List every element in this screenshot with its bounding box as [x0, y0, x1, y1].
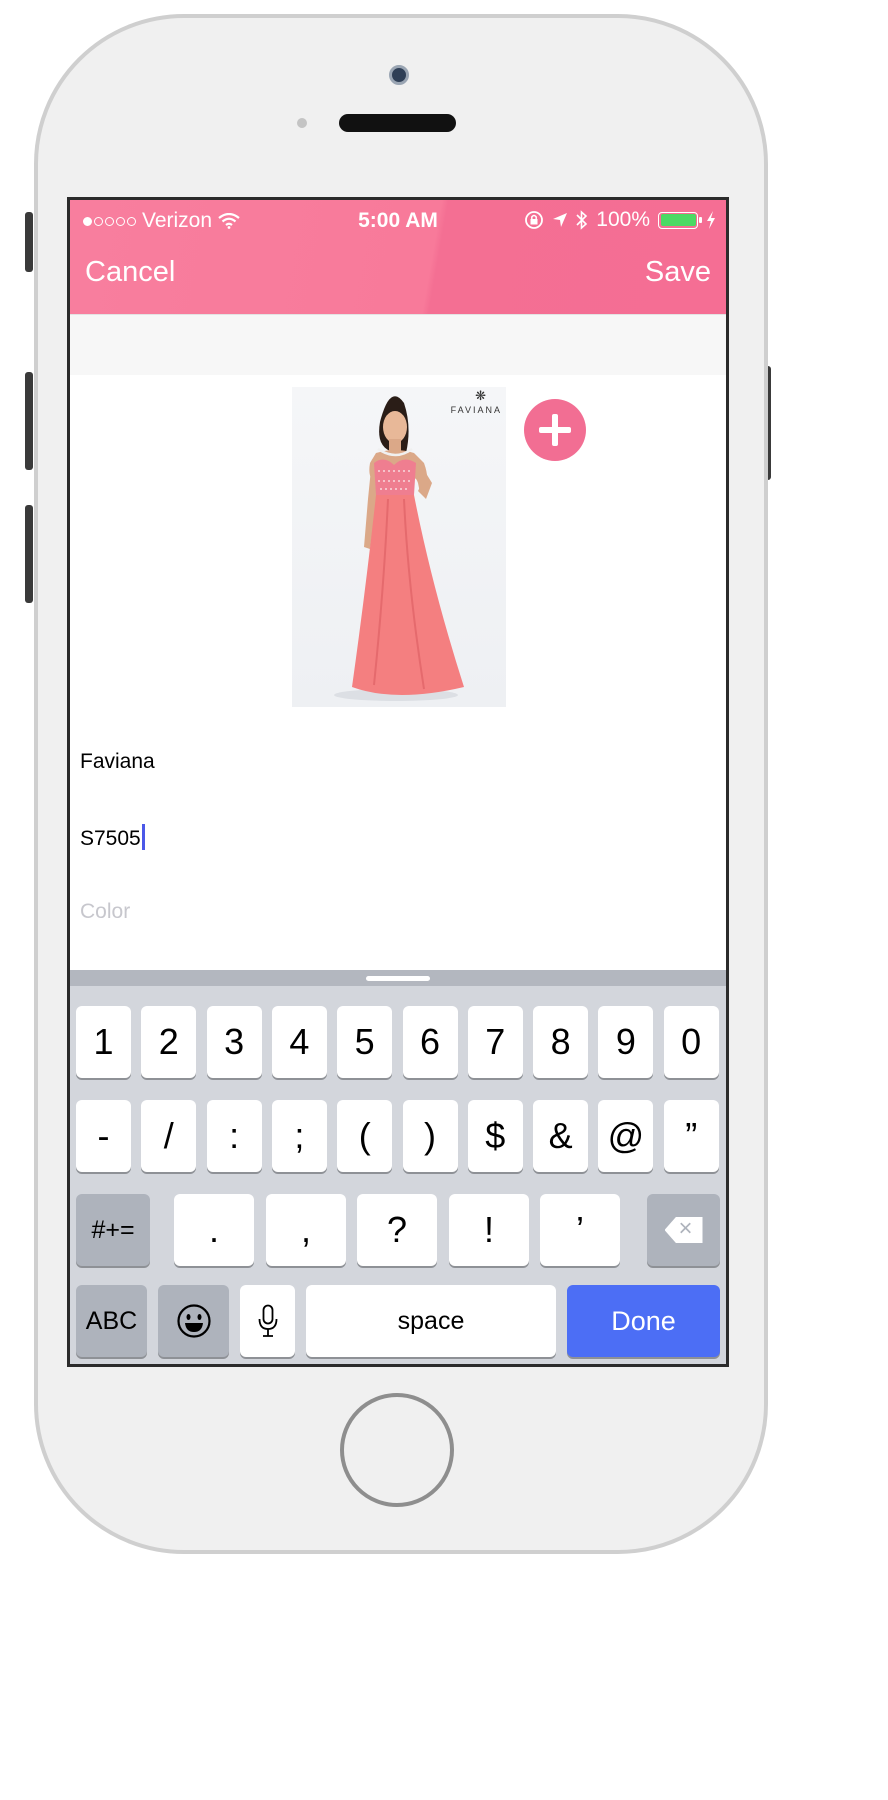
abc-key[interactable]: ABC	[76, 1285, 147, 1357]
numeric-keyboard: 1234567890 - /:;() $ & @” #+= .,?!’ × ABC sp…	[70, 970, 726, 1364]
symbol-key[interactable]: ”	[663, 1100, 719, 1172]
done-key[interactable]: Done	[567, 1285, 720, 1357]
status-bar: Verizon 5:00 AM 100%	[70, 200, 726, 240]
symbol-key[interactable]: @	[598, 1100, 654, 1172]
dictation-key[interactable]	[240, 1285, 295, 1357]
number-key[interactable]: 5	[337, 1006, 393, 1078]
number-key[interactable]: 9	[598, 1006, 654, 1078]
mute-switch	[25, 212, 33, 272]
volume-down-button	[25, 505, 33, 603]
rotation-lock-icon	[525, 211, 544, 229]
punctuation-key[interactable]: ,	[266, 1194, 346, 1266]
symbol-key[interactable]: &	[533, 1100, 589, 1172]
number-key[interactable]: 4	[271, 1006, 327, 1078]
add-photo-button[interactable]	[524, 399, 586, 461]
number-key[interactable]: 7	[467, 1006, 523, 1078]
keyboard-top-bar	[70, 970, 726, 986]
backspace-icon: ×	[664, 1217, 703, 1243]
proximity-sensor	[297, 118, 307, 128]
number-key[interactable]: 3	[206, 1006, 262, 1078]
navigation-bar: Verizon 5:00 AM 100% Cancel Save	[70, 200, 726, 314]
punctuation-key[interactable]: .	[174, 1194, 254, 1266]
number-key[interactable]: 2	[141, 1006, 197, 1078]
style-number-field[interactable]: S7505	[80, 824, 680, 851]
battery-percent: 100%	[596, 208, 650, 231]
number-key[interactable]: 8	[533, 1006, 589, 1078]
header-spacer	[70, 314, 726, 375]
brand-logo-icon: ❋	[475, 388, 486, 403]
symbol-key[interactable]: (	[337, 1100, 393, 1172]
symbol-key[interactable]: ;	[271, 1100, 327, 1172]
photo-brand-watermark: FAVIANA	[450, 405, 502, 415]
more-symbols-key[interactable]: #+=	[76, 1194, 150, 1266]
color-placeholder: Color	[80, 900, 131, 923]
backspace-key[interactable]: ×	[647, 1194, 720, 1266]
emoji-icon	[176, 1304, 211, 1338]
number-key[interactable]: 6	[402, 1006, 458, 1078]
bluetooth-icon	[576, 210, 588, 230]
home-button[interactable]	[340, 1393, 454, 1507]
front-camera	[389, 65, 409, 85]
microphone-icon	[258, 1304, 277, 1337]
brand-field[interactable]: Faviana	[80, 750, 680, 774]
text-cursor	[141, 824, 145, 850]
emoji-key[interactable]	[158, 1285, 229, 1357]
punctuation-key[interactable]: ?	[357, 1194, 437, 1266]
space-key[interactable]: space	[306, 1285, 556, 1357]
symbol-key[interactable]: :	[206, 1100, 262, 1172]
volume-up-button	[25, 372, 33, 470]
charging-bolt-icon	[707, 211, 715, 229]
app-screen: Verizon 5:00 AM 100% Cancel Save ❋ FAVIA…	[67, 197, 729, 1367]
style-value: S7505	[80, 827, 141, 850]
earpiece-speaker	[339, 114, 456, 132]
color-field[interactable]: Color	[80, 900, 680, 924]
keyboard-handle[interactable]	[366, 976, 430, 981]
brand-value: Faviana	[80, 750, 155, 773]
symbol-key[interactable]: )	[402, 1100, 458, 1172]
symbol-key[interactable]: $	[467, 1100, 523, 1172]
number-key[interactable]: 1	[76, 1006, 131, 1078]
number-key[interactable]: 0	[663, 1006, 719, 1078]
symbol-key[interactable]: /	[141, 1100, 197, 1172]
dress-photo[interactable]: ❋ FAVIANA	[292, 387, 506, 707]
cancel-button[interactable]: Cancel	[85, 256, 175, 289]
save-button[interactable]: Save	[645, 256, 711, 289]
model-figure	[334, 396, 464, 701]
location-arrow-icon	[553, 213, 568, 227]
battery-icon	[658, 211, 702, 229]
symbol-key[interactable]: -	[76, 1100, 131, 1172]
punctuation-key[interactable]: ’	[540, 1194, 620, 1266]
punctuation-key[interactable]: !	[449, 1194, 529, 1266]
